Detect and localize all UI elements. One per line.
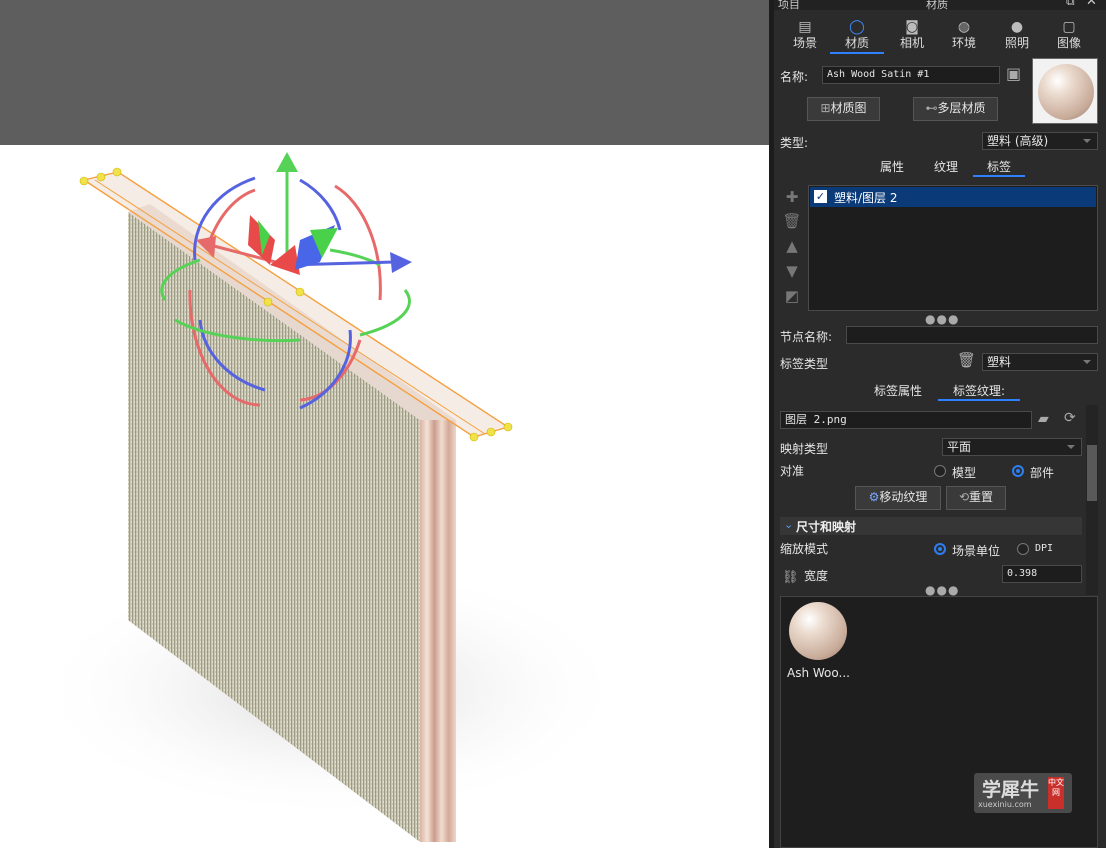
width-input[interactable]: 0.398 bbox=[1002, 565, 1082, 583]
tab-image-label: 图像 bbox=[1056, 36, 1081, 50]
globe-icon: ◍ bbox=[957, 19, 971, 35]
tab-lighting-label: 照明 bbox=[1004, 36, 1029, 50]
watermark-tag: 中文网 bbox=[1048, 777, 1064, 809]
size-mapping-section-header[interactable]: ⌄ 尺寸和映射 bbox=[780, 517, 1082, 535]
checkbox-icon[interactable]: ✓ bbox=[814, 190, 827, 203]
tab-scene-label: 场景 bbox=[792, 36, 817, 50]
scrollbar-track[interactable] bbox=[1086, 405, 1098, 595]
link-icon[interactable]: ⛓ bbox=[782, 570, 799, 585]
chevron-down-icon: ⌄ bbox=[784, 518, 794, 531]
tab-label-properties[interactable]: 标签属性 bbox=[868, 383, 928, 399]
watermark-logo: 学犀牛 xuexiniu.com 中文网 bbox=[974, 773, 1072, 813]
radio-scene-units[interactable] bbox=[934, 543, 946, 555]
name-label: 名称: bbox=[780, 70, 809, 84]
add-icon[interactable]: ✚ bbox=[780, 187, 804, 207]
scene-units-label: 场景单位 bbox=[952, 544, 1001, 558]
watermark-sub: xuexiniu.com bbox=[978, 800, 1032, 809]
header-title: 材质 bbox=[926, 0, 948, 10]
align-label: 对准 bbox=[780, 464, 805, 478]
close-icon[interactable]: ✕ bbox=[1086, 0, 1097, 9]
mapping-type-label: 映射类型 bbox=[780, 442, 829, 456]
section-title: 尺寸和映射 bbox=[796, 520, 857, 534]
label-type-label: 标签类型 bbox=[780, 357, 829, 371]
3d-viewport[interactable] bbox=[0, 0, 769, 848]
frame-icon: ▢ bbox=[1062, 19, 1076, 35]
material-graph-label: 材质图 bbox=[830, 101, 867, 115]
material-panel: 项目 材质 ⧉ ✕ ▤ 场景 ◯ 材质 ◙ 相机 ◍ 环境 ● 照明 ▢ 图像 … bbox=[774, 0, 1106, 848]
node-name-input[interactable] bbox=[846, 326, 1098, 344]
tab-label-texture[interactable]: 标签纹理: bbox=[938, 383, 1020, 401]
node-name-label: 节点名称: bbox=[780, 330, 833, 344]
layers-icon: ⊷ bbox=[925, 101, 938, 115]
folder-icon[interactable]: ▰ bbox=[1038, 411, 1049, 427]
tab-material[interactable]: ◯ 材质 bbox=[830, 14, 884, 54]
scrollbar-thumb[interactable] bbox=[1087, 445, 1097, 501]
bulb-icon: ● bbox=[1010, 19, 1024, 35]
material-preview[interactable] bbox=[1032, 58, 1098, 124]
mapping-type-dropdown[interactable]: 平面 bbox=[942, 438, 1082, 456]
tab-lighting[interactable]: ● 照明 bbox=[989, 14, 1045, 54]
refresh-icon[interactable]: ⟳ bbox=[1064, 410, 1076, 426]
align-part-label: 部件 bbox=[1030, 466, 1055, 480]
material-graph-button[interactable]: ⊞材质图 bbox=[807, 97, 880, 121]
resize-handle-dots[interactable]: ●●● bbox=[925, 583, 959, 597]
material-library[interactable]: Ash Woo... 学犀牛 xuexiniu.com 中文网 bbox=[780, 596, 1098, 848]
watermark-main: 学犀牛 bbox=[982, 779, 1040, 801]
resize-handle-dots[interactable]: ●●● bbox=[925, 312, 959, 326]
align-model-label: 模型 bbox=[952, 466, 977, 480]
tab-scene[interactable]: ▤ 场景 bbox=[777, 14, 833, 54]
graph-icon: ⊞ bbox=[820, 101, 831, 115]
labels-list[interactable]: ✓ 塑料/图层 2 bbox=[808, 185, 1098, 311]
tab-camera-label: 相机 bbox=[899, 36, 924, 50]
dpi-label: DPI bbox=[1035, 543, 1054, 554]
list-icon: ▤ bbox=[798, 19, 812, 35]
texture-file-input[interactable]: 图层 2.png bbox=[780, 411, 1032, 429]
tab-environment[interactable]: ◍ 环境 bbox=[936, 14, 992, 54]
trash-icon[interactable]: 🗑 bbox=[780, 211, 804, 231]
scale-mode-label: 缩放模式 bbox=[780, 542, 829, 556]
radio-align-model[interactable] bbox=[934, 465, 946, 477]
tab-camera[interactable]: ◙ 相机 bbox=[884, 14, 940, 54]
reset-button[interactable]: ⟲重置 bbox=[946, 486, 1006, 510]
move-texture-button[interactable]: ⚙移动纹理 bbox=[855, 486, 941, 510]
preview-sphere bbox=[1038, 64, 1094, 120]
label-type-dropdown[interactable]: 塑料 bbox=[982, 353, 1098, 371]
label-item-name: 塑料/图层 2 bbox=[834, 191, 898, 205]
camera-icon: ◙ bbox=[905, 19, 919, 35]
reset-icon: ⟲ bbox=[958, 490, 970, 504]
type-label: 类型: bbox=[780, 136, 809, 150]
subtab-properties[interactable]: 属性 bbox=[874, 159, 910, 175]
list-item[interactable]: ✓ 塑料/图层 2 bbox=[810, 187, 1096, 207]
move-texture-label: 移动纹理 bbox=[879, 490, 928, 504]
subtab-textures[interactable]: 纹理 bbox=[928, 159, 964, 175]
select-label-icon[interactable]: ◩ bbox=[780, 286, 804, 306]
float-icon[interactable]: ⧉ bbox=[1066, 0, 1075, 9]
wall-panel-edge bbox=[420, 420, 456, 842]
type-dropdown[interactable]: 塑料 (高级) bbox=[982, 132, 1098, 150]
move-icon: ⚙ bbox=[868, 490, 880, 504]
scene-svg[interactable] bbox=[0, 0, 769, 848]
tab-image[interactable]: ▢ 图像 bbox=[1041, 14, 1097, 54]
radio-dpi[interactable] bbox=[1017, 543, 1029, 555]
header-left-label: 项目 bbox=[778, 0, 800, 10]
material-name-input[interactable]: Ash Wood Satin #1 bbox=[822, 66, 1000, 84]
multilayer-label: 多层材质 bbox=[937, 101, 986, 115]
multilayer-button[interactable]: ⊷多层材质 bbox=[913, 97, 998, 121]
radio-align-part[interactable] bbox=[1012, 465, 1024, 477]
panel-header: 项目 材质 ⧉ ✕ bbox=[774, 0, 1106, 10]
trash-icon[interactable]: 🗑 bbox=[957, 351, 976, 369]
sphere-icon: ◯ bbox=[849, 19, 865, 35]
library-thumbnail[interactable] bbox=[789, 602, 847, 660]
subtab-labels[interactable]: 标签 bbox=[973, 159, 1025, 177]
move-up-icon[interactable]: ▲ bbox=[780, 236, 804, 256]
tab-material-label: 材质 bbox=[844, 36, 869, 50]
reset-label: 重置 bbox=[969, 490, 994, 504]
library-item-label[interactable]: Ash Woo... bbox=[787, 666, 850, 680]
width-label: 宽度 bbox=[804, 569, 829, 583]
save-icon[interactable]: ▣ bbox=[1006, 64, 1021, 83]
move-down-icon[interactable]: ▼ bbox=[780, 261, 804, 281]
tab-environment-label: 环境 bbox=[951, 36, 976, 50]
